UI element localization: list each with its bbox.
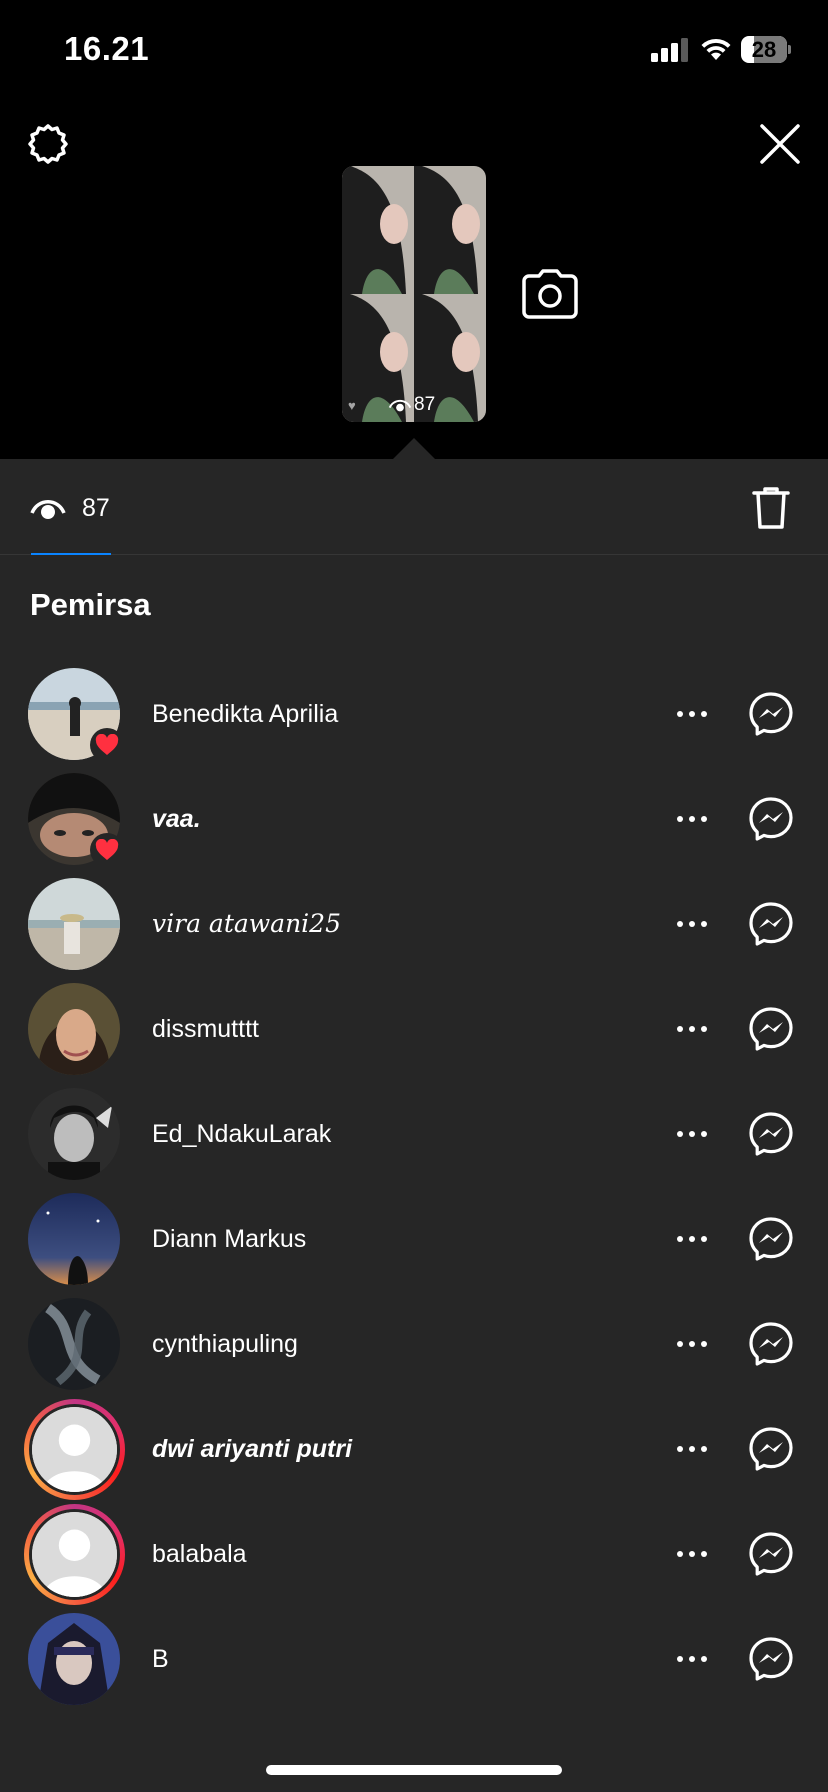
more-horizontal-icon[interactable] (672, 1116, 712, 1152)
gear-icon[interactable] (24, 121, 72, 169)
battery-percent: 28 (751, 37, 777, 62)
liked-badge (90, 833, 124, 867)
wifi-icon (701, 38, 731, 60)
viewer-row[interactable]: B (0, 1599, 828, 1719)
photo-anime (28, 1613, 120, 1705)
thumbnail-pointer (392, 438, 436, 460)
viewer-name[interactable]: cynthiapuling (152, 1324, 298, 1364)
viewer-row[interactable]: cynthiapuling (0, 1284, 828, 1404)
messenger-icon[interactable] (748, 1216, 794, 1262)
more-horizontal-icon[interactable] (672, 696, 712, 732)
eye-icon (30, 500, 66, 519)
viewer-name[interactable]: dwi ariyanti putri (152, 1429, 352, 1469)
viewer-name[interactable]: Diann Markus (152, 1219, 306, 1259)
viewer-name[interactable]: B (152, 1639, 169, 1679)
viewer-row[interactable]: balabala (0, 1494, 828, 1614)
home-indicator (266, 1765, 562, 1775)
viewers-tabbar: 87 (0, 459, 828, 555)
viewer-name[interactable]: Benedikta Aprilia (152, 694, 338, 734)
default-avatar (32, 1512, 117, 1597)
more-horizontal-icon[interactable] (672, 1536, 712, 1572)
photo-bw-portrait (28, 1088, 120, 1180)
viewer-name[interactable]: vaa. (152, 799, 201, 839)
viewer-avatar[interactable] (24, 1399, 125, 1500)
thumbnail-view-count: 87 (388, 394, 435, 416)
messenger-icon[interactable] (748, 1636, 794, 1682)
section-title: Pemirsa (30, 587, 151, 622)
more-horizontal-icon[interactable] (672, 1011, 712, 1047)
viewer-name[interactable]: Ed_NdakuLarak (152, 1114, 331, 1154)
photo-abstract (28, 1298, 120, 1390)
messenger-icon[interactable] (748, 1321, 794, 1367)
viewer-avatar[interactable] (28, 1298, 120, 1390)
liked-badge (90, 728, 124, 762)
more-horizontal-icon[interactable] (672, 906, 712, 942)
thumbnail-photo (414, 166, 486, 294)
active-tab-indicator (31, 553, 111, 555)
heart-icon (95, 839, 119, 860)
status-time: 16.21 (64, 30, 150, 67)
viewer-row[interactable]: Ed_NdakuLarak (0, 1074, 828, 1194)
more-horizontal-icon[interactable] (672, 1431, 712, 1467)
messenger-icon[interactable] (748, 1531, 794, 1577)
trash-icon[interactable] (750, 485, 792, 531)
messenger-icon[interactable] (748, 1426, 794, 1472)
viewer-name[interactable]: balabala (152, 1534, 247, 1574)
more-horizontal-icon[interactable] (672, 1221, 712, 1257)
cellular-signal-icon (651, 38, 688, 62)
viewer-row[interactable]: dwi ariyanti putri (0, 1389, 828, 1509)
viewer-row[interactable]: Benedikta Aprilia (0, 654, 828, 774)
battery-body: 28 (741, 36, 787, 63)
messenger-icon[interactable] (748, 1111, 794, 1157)
photo-beach-hat (28, 878, 120, 970)
tab-views[interactable]: 87 (30, 491, 110, 525)
viewer-name[interactable]: dissmutttt (152, 1009, 259, 1049)
viewers-sheet: 87 Pemirsa Benedikta Aprilia vaa. 𝑣𝑖𝑟𝑎 𝑎𝑡𝑎… (0, 459, 828, 1792)
messenger-icon[interactable] (748, 691, 794, 737)
default-avatar (32, 1407, 117, 1492)
story-thumbnail[interactable]: ♥ 87 (342, 166, 486, 422)
view-count: 87 (82, 493, 110, 522)
viewer-avatar[interactable] (28, 1193, 120, 1285)
viewer-row[interactable]: 𝑣𝑖𝑟𝑎 𝑎𝑡𝑎𝑤𝑎𝑛𝑖25 (0, 864, 828, 984)
viewer-name[interactable]: 𝑣𝑖𝑟𝑎 𝑎𝑡𝑎𝑤𝑎𝑛𝑖25 (152, 904, 341, 944)
viewer-row[interactable]: Diann Markus (0, 1179, 828, 1299)
messenger-icon[interactable] (748, 901, 794, 947)
thumbnail-photo (342, 166, 414, 294)
close-icon[interactable] (756, 120, 804, 168)
status-bar: 16.21 28 (0, 0, 828, 100)
story-ring (29, 1404, 120, 1495)
viewer-avatar[interactable] (28, 1088, 120, 1180)
viewer-avatar[interactable] (28, 878, 120, 970)
battery-indicator: 28 (741, 36, 791, 63)
viewer-row[interactable]: dissmutttt (0, 969, 828, 1089)
heart-icon (95, 734, 119, 755)
story-ring (29, 1509, 120, 1600)
viewer-avatar[interactable] (24, 1504, 125, 1605)
photo-night-sky (28, 1193, 120, 1285)
viewer-row[interactable]: vaa. (0, 759, 828, 879)
viewer-avatar[interactable] (28, 983, 120, 1075)
more-horizontal-icon[interactable] (672, 801, 712, 837)
more-horizontal-icon[interactable] (672, 1326, 712, 1362)
messenger-icon[interactable] (748, 796, 794, 842)
battery-nub (788, 45, 791, 54)
viewer-avatar[interactable] (28, 1613, 120, 1705)
heart-icon: ♥ (348, 398, 356, 413)
messenger-icon[interactable] (748, 1006, 794, 1052)
eye-icon (388, 399, 412, 412)
thumbnail-view-number: 87 (414, 394, 436, 415)
more-horizontal-icon[interactable] (672, 1641, 712, 1677)
camera-icon[interactable] (521, 268, 579, 320)
photo-selfie (28, 983, 120, 1075)
